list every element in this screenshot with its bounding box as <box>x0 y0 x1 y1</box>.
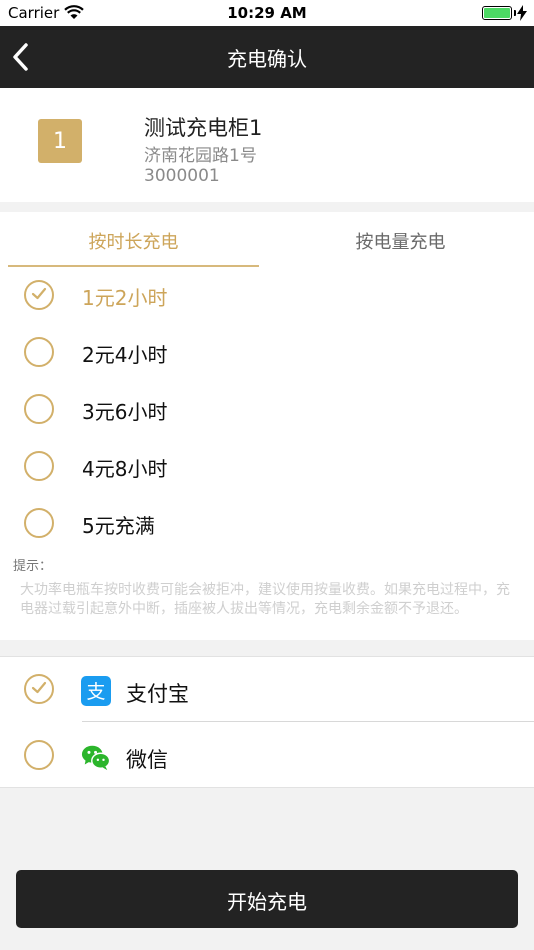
payment-option-alipay[interactable]: 支 支付宝 <box>0 657 534 722</box>
radio-checked-icon <box>24 280 54 310</box>
charge-mode-tabs: 按时长充电 按电量充电 <box>0 212 534 267</box>
radio-unchecked-icon <box>24 337 54 367</box>
payment-label: 支付宝 <box>126 682 189 706</box>
option-item[interactable]: 5元充满 <box>0 495 534 551</box>
tips-title: 提示： <box>13 559 53 574</box>
tab-by-energy[interactable]: 按电量充电 <box>275 212 526 267</box>
nav-bar: 充电确认 <box>0 26 534 88</box>
battery-tip <box>514 10 516 16</box>
option-item[interactable]: 1元2小时 <box>0 267 534 323</box>
option-label: 1元2小时 <box>82 286 168 310</box>
cabinet-id: 3000001 <box>144 166 220 186</box>
radio-unchecked-icon <box>24 508 54 538</box>
option-label: 4元8小时 <box>82 457 168 481</box>
tab-by-time[interactable]: 按时长充电 <box>8 212 259 267</box>
cabinet-name: 测试充电柜1 <box>144 116 263 140</box>
divider <box>82 721 534 722</box>
radio-unchecked-icon <box>24 740 54 770</box>
start-charging-button[interactable]: 开始充电 <box>16 870 518 928</box>
status-time: 10:29 AM <box>227 4 307 22</box>
option-item[interactable]: 3元6小时 <box>0 381 534 437</box>
svg-text:支: 支 <box>86 681 105 703</box>
option-label: 3元6小时 <box>82 400 168 424</box>
status-bar: Carrier 10:29 AM <box>0 0 534 26</box>
charge-options-list: 1元2小时 2元4小时 3元6小时 4元8小时 5元充满 <box>0 267 534 550</box>
payment-option-wechat[interactable]: 微信 <box>0 723 534 788</box>
radio-unchecked-icon <box>24 394 54 424</box>
charging-bolt-icon <box>517 5 527 21</box>
battery-icon <box>482 6 512 20</box>
tips-section: 提示： 大功率电瓶车按时收费可能会被拒冲，建议使用按量收费。如果充电过程中，充电… <box>0 550 534 640</box>
payment-methods: 支 支付宝 微信 <box>0 656 534 788</box>
payment-label: 微信 <box>126 748 168 772</box>
page-title: 充电确认 <box>227 47 307 71</box>
cabinet-address: 济南花园路1号 <box>144 146 257 166</box>
radio-unchecked-icon <box>24 451 54 481</box>
cabinet-number-badge: 1 <box>38 119 82 163</box>
wechat-icon <box>81 745 111 771</box>
option-label: 2元4小时 <box>82 343 168 367</box>
option-item[interactable]: 4元8小时 <box>0 438 534 494</box>
option-item[interactable]: 2元4小时 <box>0 324 534 380</box>
alipay-icon: 支 <box>81 676 111 706</box>
cabinet-card: 1 测试充电柜1 济南花园路1号 3000001 <box>0 88 534 202</box>
radio-checked-icon <box>24 674 54 704</box>
tips-text: 大功率电瓶车按时收费可能会被拒冲，建议使用按量收费。如果充电过程中，充电器过载引… <box>20 582 510 617</box>
option-label: 5元充满 <box>82 514 155 538</box>
